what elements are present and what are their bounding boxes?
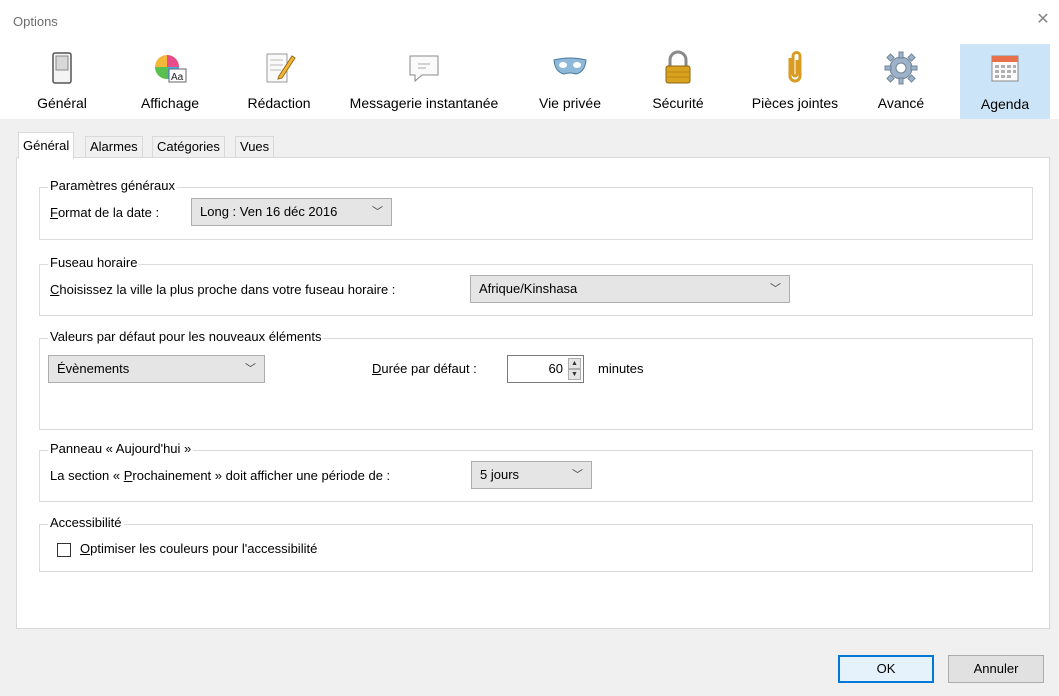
duration-label: Durée par défaut : (372, 361, 477, 376)
timezone-label-text: hoisissez la ville la plus proche dans v… (59, 282, 396, 297)
today-pane-label-after: rochainement » doit afficher une période… (132, 468, 391, 483)
tab-alarms[interactable]: Alarmes (85, 136, 143, 158)
date-format-select[interactable]: Long : Ven 16 déc 2016 ﹀ (191, 198, 392, 226)
date-format-accesskey: F (50, 205, 58, 220)
compose-pencil-icon (266, 53, 296, 83)
toolbar-attachments-button[interactable]: Pièces jointes (740, 44, 850, 118)
spin-up-icon[interactable]: ▲ (568, 358, 581, 369)
ok-button[interactable]: OK (838, 655, 934, 683)
chevron-down-icon: ﹀ (770, 283, 781, 295)
duration-value: 60 (548, 361, 563, 376)
cancel-button[interactable]: Annuler (948, 655, 1044, 683)
accessibility-group: Accessibilité Optimiser les couleurs pou… (39, 515, 1033, 572)
toolbar-display-button[interactable]: Aa Affichage (130, 44, 210, 118)
defaults-group: Valeurs par défaut pour les nouveaux élé… (39, 329, 1033, 430)
tab-panel-general: Paramètres généraux Format de la date : … (16, 157, 1050, 629)
window-title: Options (13, 14, 58, 29)
toolbar-calendar-label: Agenda (980, 96, 1030, 112)
today-pane-period-value: 5 jours (480, 467, 520, 482)
toolbar-security-label: Sécurité (652, 95, 704, 111)
general-settings-group: Paramètres généraux Format de la date : … (39, 178, 1033, 240)
toolbar-compose-label: Rédaction (247, 95, 311, 111)
today-pane-title: Panneau « Aujourd'hui » (48, 441, 194, 456)
options-window: Options ✕ Général Aa Affichage Rédaction… (0, 0, 1059, 696)
item-type-value: Évènements (57, 361, 130, 376)
mask-icon (553, 57, 587, 75)
title-bar: Options ✕ (0, 0, 1059, 40)
toolbar-advanced-button[interactable]: Avancé (866, 44, 936, 118)
today-pane-period-select[interactable]: 5 jours ﹀ (471, 461, 592, 489)
toolbar-compose-button[interactable]: Rédaction (238, 44, 320, 118)
spin-down-icon[interactable]: ▼ (568, 369, 581, 380)
toolbar-security-button[interactable]: Sécurité (640, 44, 716, 118)
toolbar-chat-button[interactable]: Messagerie instantanée (338, 44, 510, 118)
today-pane-label-before: La section « (50, 468, 124, 483)
svg-text:Aa: Aa (171, 72, 184, 83)
toolbar-general-button[interactable]: Général (26, 44, 98, 118)
accessibility-accesskey: O (80, 541, 91, 556)
close-icon[interactable]: ✕ (1027, 8, 1059, 32)
category-toolbar: Général Aa Affichage Rédaction Messageri… (0, 40, 1059, 119)
duration-unit: minutes (598, 361, 644, 376)
date-format-value: Long : Ven 16 déc 2016 (200, 204, 338, 219)
gear-icon (884, 51, 918, 85)
timezone-accesskey: C (50, 282, 60, 297)
duration-spinner[interactable]: ▲ ▼ (568, 358, 581, 380)
accessibility-label-text: ptimiser les couleurs pour l'accessibili… (90, 541, 318, 556)
display-color-icon: Aa (155, 55, 187, 83)
paperclip-icon (788, 51, 802, 83)
toolbar-privacy-button[interactable]: Vie privée (530, 44, 610, 118)
tab-views[interactable]: Vues (235, 136, 275, 158)
timezone-select[interactable]: Afrique/Kinshasa ﹀ (470, 275, 790, 303)
calendar-icon (991, 55, 1019, 82)
today-pane-group: Panneau « Aujourd'hui » La section « Pro… (39, 441, 1033, 502)
padlock-icon (665, 50, 691, 84)
tab-categories[interactable]: Catégories (152, 136, 225, 158)
general-switch-icon (52, 52, 72, 84)
general-settings-title: Paramètres généraux (48, 178, 178, 193)
toolbar-attachments-label: Pièces jointes (751, 95, 839, 111)
duration-accesskey: D (372, 361, 382, 376)
toolbar-general-label: Général (37, 95, 87, 111)
toolbar-chat-label: Messagerie instantanée (349, 95, 499, 111)
accessibility-checkbox[interactable] (57, 543, 71, 557)
toolbar-display-label: Affichage (140, 95, 200, 111)
defaults-title: Valeurs par défaut pour les nouveaux élé… (48, 329, 324, 344)
toolbar-privacy-label: Vie privée (538, 95, 601, 111)
chevron-down-icon: ﹀ (572, 469, 583, 481)
timezone-label: Choisissez la ville la plus proche dans … (50, 282, 395, 297)
chevron-down-icon: ﹀ (245, 363, 256, 375)
date-format-label-text: ormat de la date : (57, 205, 160, 220)
timezone-group: Fuseau horaire Choisissez la ville la pl… (39, 255, 1033, 316)
accessibility-label[interactable]: Optimiser les couleurs pour l'accessibil… (80, 541, 317, 556)
timezone-title: Fuseau horaire (48, 255, 140, 270)
toolbar-advanced-label: Avancé (877, 95, 925, 111)
chat-bubble-icon (409, 55, 439, 83)
item-type-select[interactable]: Évènements ﹀ (48, 355, 265, 383)
chevron-down-icon: ﹀ (372, 206, 383, 218)
date-format-label: Format de la date : (50, 205, 159, 220)
toolbar-calendar-button[interactable]: Agenda (960, 44, 1050, 119)
tab-general[interactable]: Général (18, 132, 75, 159)
duration-input[interactable]: 60 ▲ ▼ (507, 355, 584, 383)
duration-label-text: urée par défaut : (381, 361, 477, 376)
accessibility-title: Accessibilité (48, 515, 124, 530)
timezone-value: Afrique/Kinshasa (479, 281, 578, 296)
today-pane-label: La section « Prochainement » doit affich… (50, 468, 390, 483)
